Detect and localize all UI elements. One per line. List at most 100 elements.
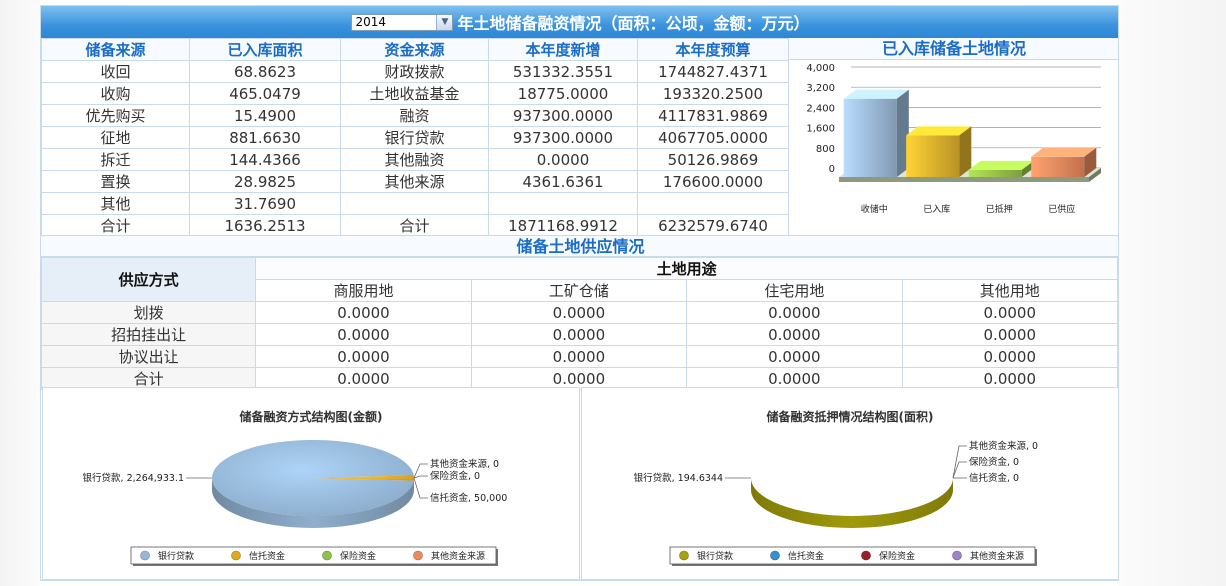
reserve-table: 储备来源 已入库面积 资金来源 本年度新增 本年度预算 收回 68.8623 财政拨… <box>41 38 789 237</box>
cell: 融资 <box>340 104 489 127</box>
cell: 176600.0000 <box>637 170 789 193</box>
cell: 0.0000 <box>255 301 472 324</box>
page-title: 年土地储备融资情况（面积：公顷，金额：万元） <box>457 14 810 33</box>
year-select-value: 2014 <box>355 14 387 29</box>
cell: 28.9825 <box>189 170 341 193</box>
col-header-industrial: 工矿仓储 <box>470 279 688 302</box>
legend-swatch-icon <box>231 550 241 561</box>
pie-rim <box>751 478 953 528</box>
table-row: 拆迁 144.4366 其他融资 0.0000 50126.9869 <box>41 148 789 171</box>
cell: 50126.9869 <box>637 148 789 171</box>
slice-label: 银行贷款, 2,264,933.1 <box>83 472 184 484</box>
slice-label: 保险资金, 0 <box>969 456 1019 468</box>
col-header-commercial: 商服用地 <box>255 279 472 302</box>
legend-swatch-icon <box>861 550 871 561</box>
mortgage-structure-chart: 储备融资抵押情况结构图(面积) 银行贷款, 194.6344 其他资金来源, 0保… <box>581 387 1118 580</box>
legend-swatch-icon <box>413 550 423 561</box>
chart-floor-edge <box>839 177 1089 182</box>
cell: 15.4900 <box>189 104 341 127</box>
x-tick-label: 已入库 <box>923 203 950 215</box>
stock-bar-chart: 0 800 1,600 2,400 3,200 4,000 收储中 已入库 已抵押 已供应 <box>806 63 1101 215</box>
land-usage-header: 土地用途 <box>255 257 1118 280</box>
row-label: 协议出让 <box>41 345 257 368</box>
label-leader <box>413 477 428 499</box>
slice-label: 信托资金, 0 <box>969 472 1019 484</box>
bar <box>906 135 960 177</box>
row-label: 划拨 <box>41 301 257 324</box>
cell: 31.7690 <box>189 192 341 215</box>
bar <box>843 98 897 177</box>
cell: 0.0000 <box>901 301 1118 324</box>
y-tick-label: 2,400 <box>806 103 835 114</box>
label-leader <box>952 461 967 479</box>
cell: 0.0000 <box>470 345 688 368</box>
supply-header-row: 供应方式 土地用途 <box>41 257 1118 302</box>
slice-label: 保险资金, 0 <box>430 470 480 482</box>
legend-label: 保险资金 <box>340 550 376 562</box>
cell: 0.0000 <box>488 148 638 171</box>
col-header-stocked-area: 已入库面积 <box>189 38 341 61</box>
cell: 144.4366 <box>189 148 341 171</box>
x-tick-label: 收储中 <box>861 203 888 215</box>
cell: 0.0000 <box>255 345 472 368</box>
col-header-reserve-source: 储备来源 <box>41 38 190 61</box>
bar <box>968 169 1022 177</box>
x-tick-label: 已供应 <box>1048 203 1075 215</box>
right-margin <box>1119 0 1226 586</box>
cell: 6232579.6740 <box>637 214 789 237</box>
label-leader <box>413 475 428 479</box>
cell: 0.0000 <box>901 323 1118 346</box>
cell: 银行贷款 <box>340 126 489 149</box>
cell: 0.0000 <box>470 323 688 346</box>
cell: 68.8623 <box>189 60 341 83</box>
cell <box>637 192 789 215</box>
cell: 0.0000 <box>686 323 903 346</box>
legend-label: 银行贷款 <box>158 550 194 562</box>
table-row: 其他 31.7690 <box>41 192 789 215</box>
legend-label: 信托资金 <box>249 550 285 562</box>
slice-label: 其他资金来源, 0 <box>969 440 1038 452</box>
cell <box>488 192 638 215</box>
stock-chart-panel: 已入库储备土地情况 0 800 1,600 2,400 3,200 4,000 收储中 已入库… <box>788 38 1118 235</box>
y-tick-label: 0 <box>829 164 835 175</box>
cell: 531332.3551 <box>488 60 638 83</box>
table-row: 划拨 0.0000 0.0000 0.0000 0.0000 <box>41 301 1118 324</box>
year-select[interactable]: 2014 ▼ <box>351 13 454 31</box>
supply-table: 供应方式 土地用途 商服用地 工矿仓储 住宅用地 其他用地 划拨 0.0000 0.… <box>41 257 1118 390</box>
y-tick-label: 4,000 <box>806 63 835 74</box>
table-row: 征地 881.6630 银行贷款 937300.0000 4067705.0000 <box>41 126 789 149</box>
col-header-year-new: 本年度新增 <box>488 38 638 61</box>
col-header-residential: 住宅用地 <box>686 279 903 302</box>
supply-heading: 储备土地供应情况 <box>41 235 1118 257</box>
cell: 1636.2513 <box>189 214 341 237</box>
cell: 收购 <box>41 82 190 105</box>
col-header-year-budget: 本年度预算 <box>637 38 789 61</box>
legend-swatch-icon <box>140 550 150 561</box>
cell: 937300.0000 <box>488 104 638 127</box>
cell: 土地收益基金 <box>340 82 489 105</box>
pie-chart: 银行贷款, 194.6344 其他资金来源, 0 保险资金, 0 信托资金, 0 银行贷… <box>634 440 1038 566</box>
col-header-fund-source: 资金来源 <box>340 38 489 61</box>
chevron-down-icon[interactable]: ▼ <box>436 14 453 30</box>
table-total-row: 合计 1636.2513 合计 1871168.9912 6232579.6740 <box>41 214 789 237</box>
report-panel: 2014 ▼ 年土地储备融资情况（面积：公顷，金额：万元） 储备来源 已入库面积… <box>40 5 1119 581</box>
cell: 193320.2500 <box>637 82 789 105</box>
x-tick-label: 已抵押 <box>986 203 1013 215</box>
slice-label: 其他资金来源, 0 <box>430 458 499 470</box>
y-tick-label: 1,600 <box>806 124 835 135</box>
cell: 937300.0000 <box>488 126 638 149</box>
table-row: 协议出让 0.0000 0.0000 0.0000 0.0000 <box>41 345 1118 368</box>
table-row: 置换 28.9825 其他来源 4361.6361 176600.0000 <box>41 170 789 193</box>
cell: 1744827.4371 <box>637 60 789 83</box>
cell <box>340 192 489 215</box>
legend-swatch-icon <box>679 550 689 561</box>
cell: 4361.6361 <box>488 170 638 193</box>
cell: 征地 <box>41 126 190 149</box>
pie-chart: 银行贷款, 2,264,933.1 其他资金来源, 0保险资金, 0 信托资金, 5… <box>83 440 507 566</box>
cell: 收回 <box>41 60 190 83</box>
stock-chart-heading: 已入库储备土地情况 <box>789 38 1118 60</box>
cell: 881.6630 <box>189 126 341 149</box>
legend-swatch-icon <box>770 550 780 561</box>
financing-structure-chart: 储备融资方式结构图(金额) 银行贷款, 2,264,933.1 其他资金来源, 0… <box>42 387 580 580</box>
y-tick-label: 3,200 <box>806 83 835 94</box>
